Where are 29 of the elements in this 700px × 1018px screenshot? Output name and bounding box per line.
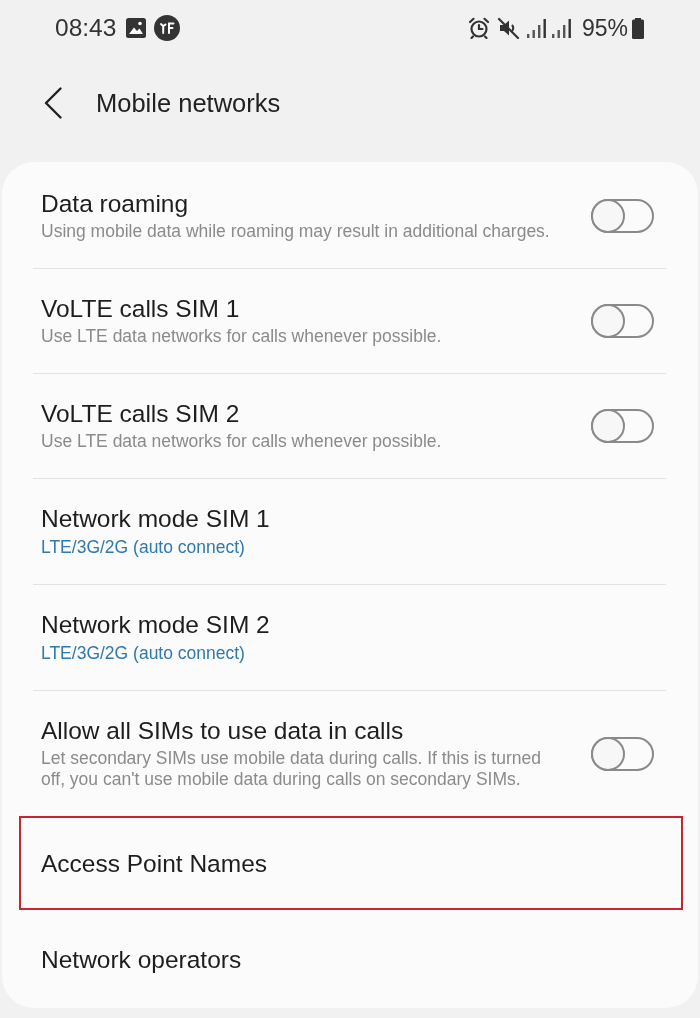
toggle-switch[interactable] (591, 409, 654, 443)
setting-title[interactable]: Network mode SIM 1 (41, 505, 654, 533)
setting-title[interactable]: Access Point Names (41, 850, 654, 878)
setting-title[interactable]: VoLTE calls SIM 2 (41, 400, 567, 428)
setting-description: Let secondary SIMs use mobile data during calls. If this is turned off, you can't use mobile data during calls on secondary SIMs. (41, 748, 542, 790)
setting-title[interactable]: Allow all SIMs to use data in calls (41, 717, 567, 745)
setting-title[interactable]: Data roaming (41, 190, 567, 218)
setting-value: LTE/3G/2G (auto connect) (41, 642, 246, 664)
setting-title[interactable]: Network mode SIM 2 (41, 611, 654, 639)
toggle-switch[interactable] (591, 736, 654, 771)
setting-description: Using mobile data while roaming may result in additional charges. (41, 221, 551, 242)
muted-speaker-icon (496, 17, 520, 39)
page-title: Mobile networks (96, 88, 281, 118)
battery-icon (632, 17, 644, 39)
gallery-icon (126, 18, 147, 38)
battery-percentage: 95% (581, 14, 628, 42)
signal-bars-icon (526, 18, 547, 38)
setting-title[interactable]: Network operators (41, 946, 654, 974)
setting-description: Use LTE data networks for calls whenever possible. (41, 431, 443, 452)
alarm-clock-icon (467, 17, 490, 39)
clock-time: 08:43 (55, 14, 117, 42)
signal-bars-icon (551, 18, 572, 38)
setting-value: LTE/3G/2G (auto connect) (41, 536, 246, 558)
setting-description: Use LTE data networks for calls whenever possible. (41, 326, 443, 347)
setting-title[interactable]: VoLTE calls SIM 1 (41, 295, 567, 323)
app-notification-icon (154, 15, 181, 41)
toggle-switch[interactable] (591, 304, 654, 338)
toggle-switch[interactable] (591, 199, 654, 233)
back-icon[interactable] (43, 87, 63, 119)
